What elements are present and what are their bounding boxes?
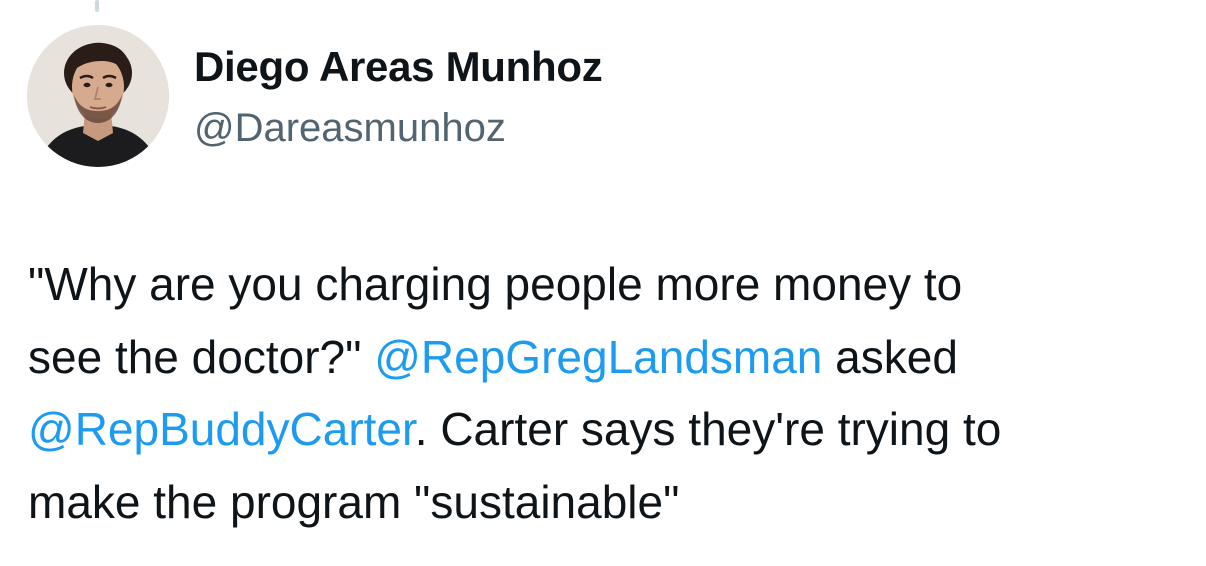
tweet-text-line-2: see the doctor?" @RepGregLandsman asked (28, 321, 1188, 394)
author-info: Diego Areas Munhoz @Dareasmunhoz (194, 44, 603, 151)
tweet-text-segment: . Carter says they're trying to (414, 403, 1002, 455)
tweet-text-line-4: make the program "sustainable" (28, 466, 1188, 539)
mention-link-repgreglandsman[interactable]: @RepGregLandsman (374, 331, 822, 383)
author-display-name[interactable]: Diego Areas Munhoz (194, 44, 603, 90)
tweet-card[interactable]: Diego Areas Munhoz @Dareasmunhoz "Why ar… (0, 0, 1206, 566)
tweet-text-segment: make the program "sustainable" (28, 475, 680, 528)
tweet-text-line-3: @RepBuddyCarter. Carter says they're try… (28, 393, 1188, 466)
tweet-text-line-1: "Why are you charging people more money … (28, 248, 1188, 321)
thread-connector-line (95, 0, 99, 12)
tweet-text-segment: see the doctor?" (28, 330, 375, 383)
tweet-text: "Why are you charging people more money … (28, 248, 1188, 538)
profile-photo-icon (27, 25, 169, 167)
author-handle[interactable]: @Dareasmunhoz (194, 106, 602, 150)
avatar[interactable] (27, 25, 169, 167)
mention-link-repbuddycarter[interactable]: @RepBuddyCarter (28, 403, 415, 455)
tweet-text-segment: asked (822, 330, 958, 383)
tweet-text-segment: "Why are you charging people more money … (28, 258, 963, 310)
